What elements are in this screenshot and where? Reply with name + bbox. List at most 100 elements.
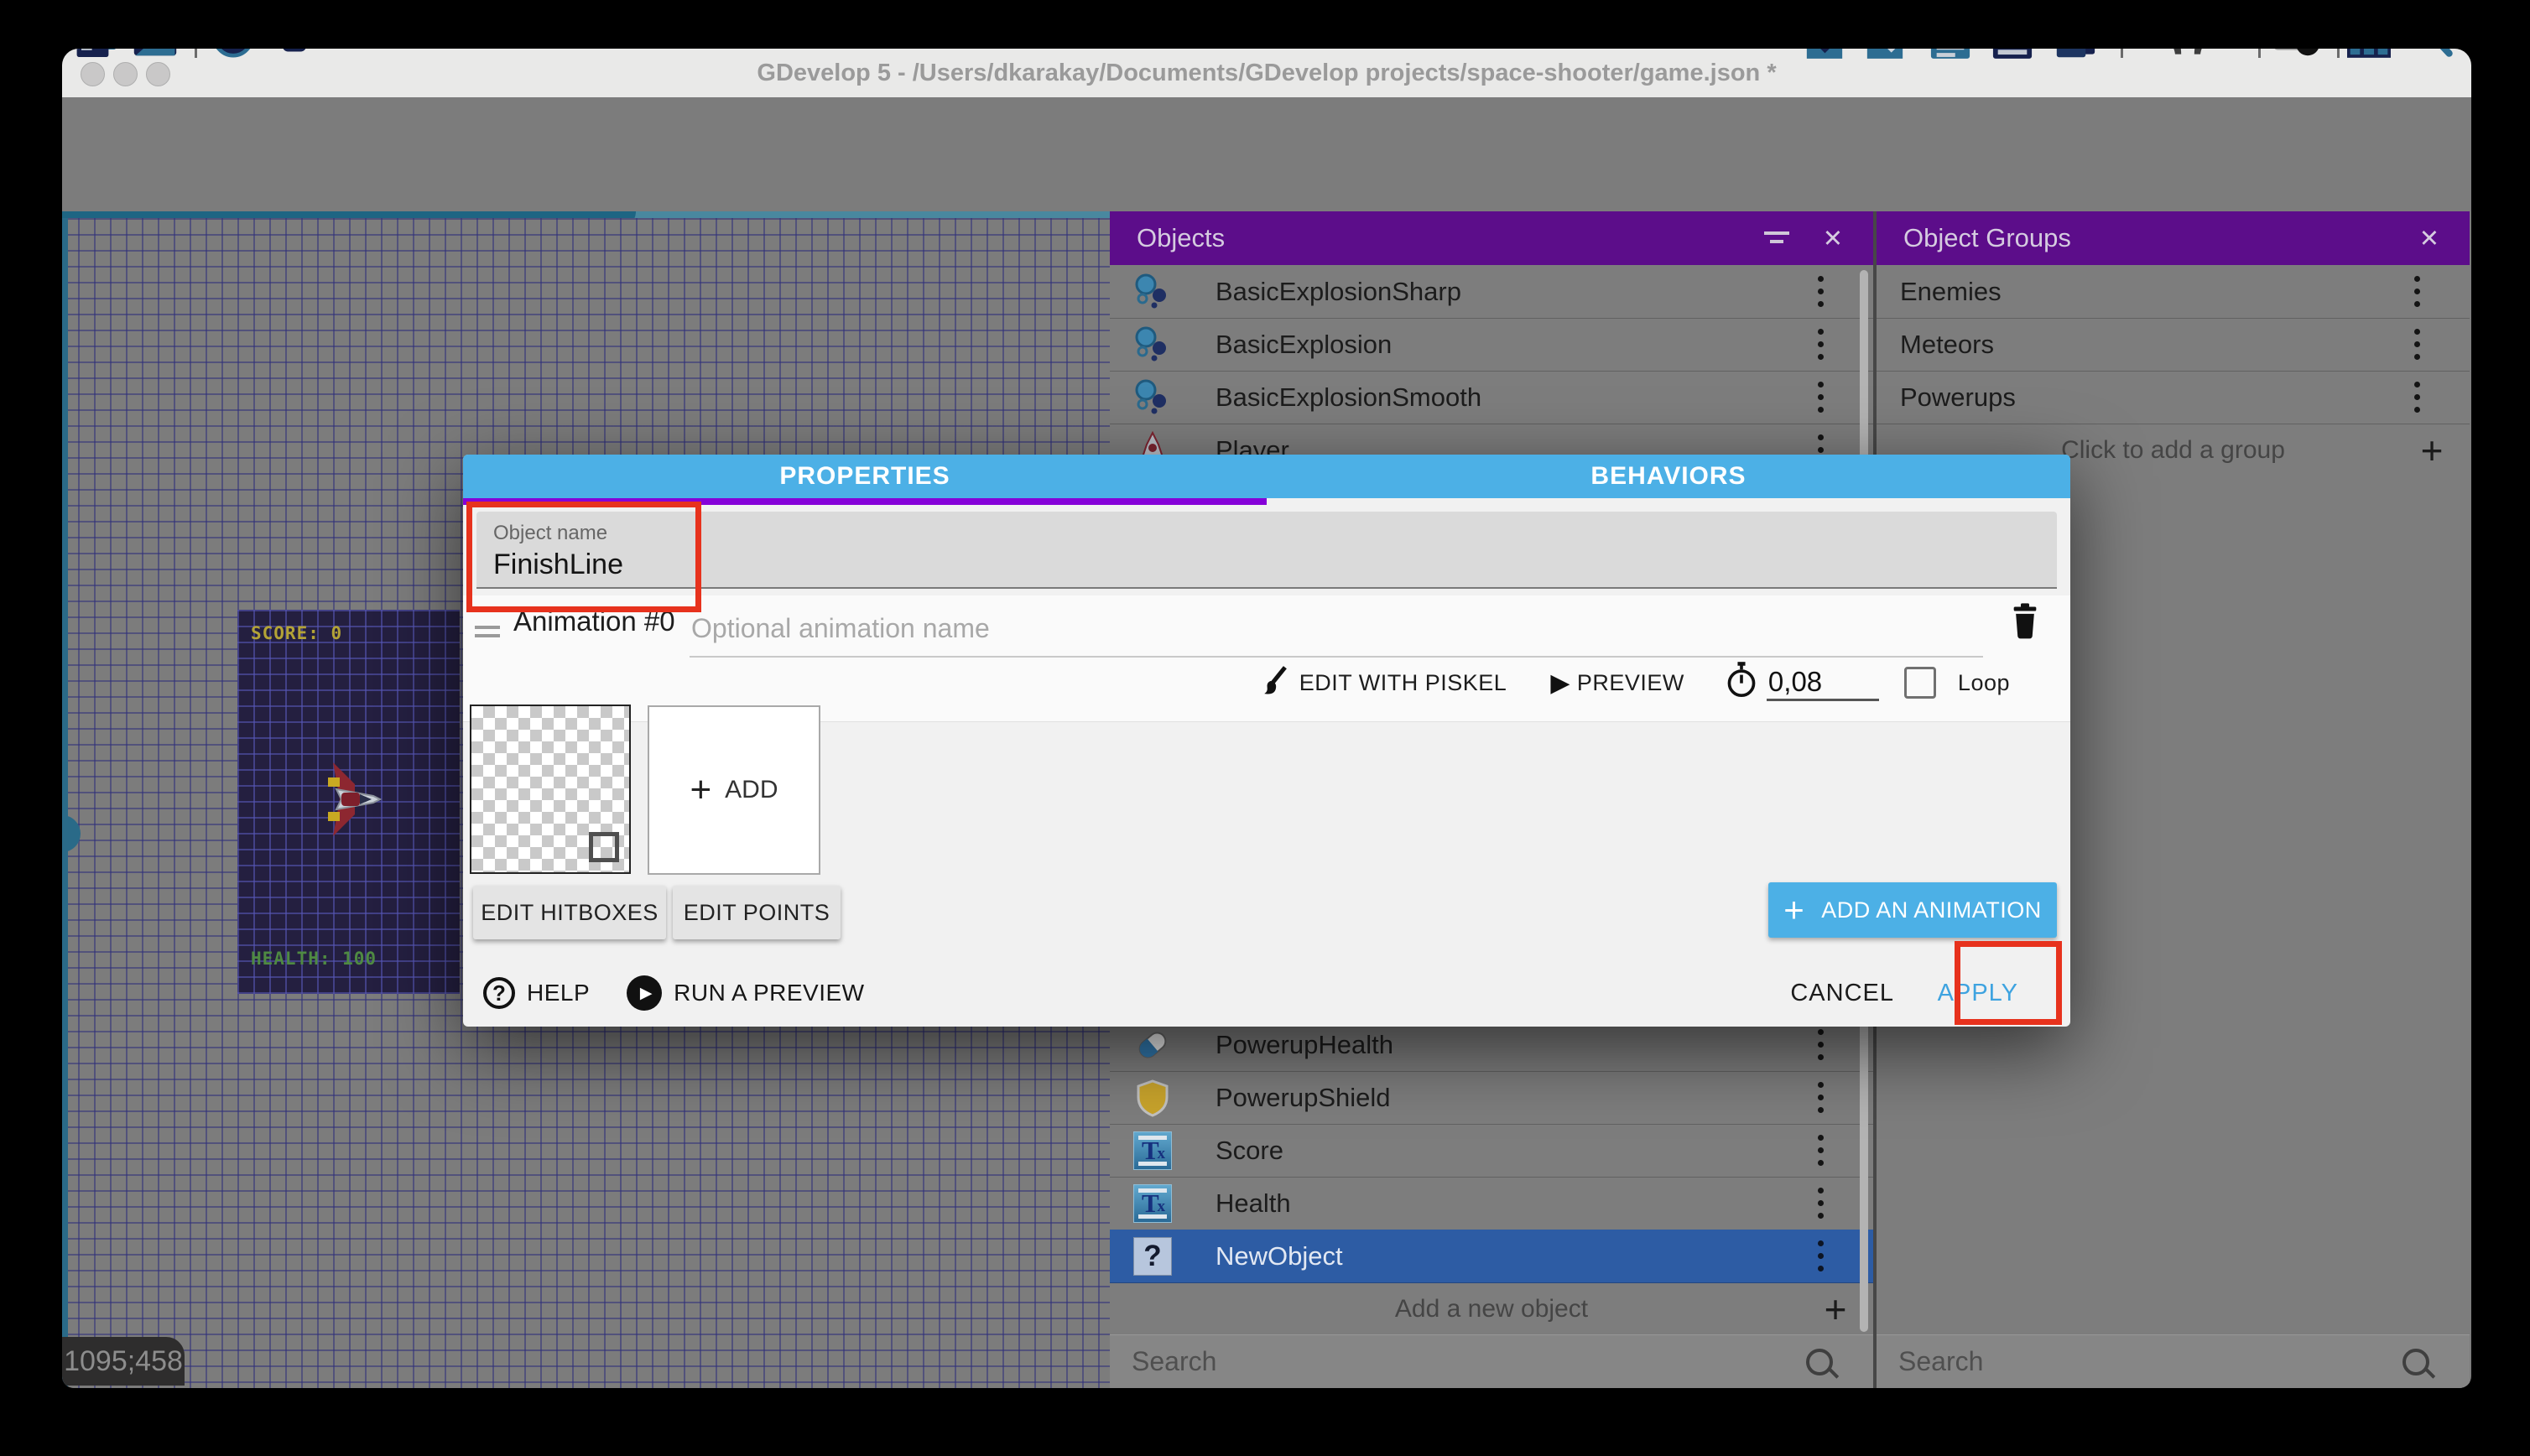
add-object-label: Add a new object [1185,1295,1798,1323]
object-name: NewObject [1216,1241,1816,1271]
undo-icon[interactable] [2134,49,2183,69]
object-row[interactable]: PowerupShield [1110,1071,1873,1125]
add-object-icon[interactable] [1804,49,1845,69]
object-name: Score [1216,1136,1816,1166]
objects-panel-title: Objects [1137,223,1764,253]
objects-search-input[interactable] [1130,1345,1806,1378]
project-manager-icon[interactable] [74,49,119,69]
objects-search-row [1110,1334,1873,1388]
toolbar-separator [2337,49,2340,58]
object-name: BasicExplosion [1216,330,1816,360]
add-animation-label: ADD AN ANIMATION [1821,897,2042,923]
preview-play-icon: ▶ [1550,668,1570,698]
group-row[interactable]: Enemies [1877,265,2470,319]
editor-top-edge [62,211,1110,218]
tab-behaviors[interactable]: BEHAVIORS [1267,455,2070,498]
timer-icon [1725,662,1758,705]
object-name: BasicExplosionSharp [1216,277,1816,307]
drag-handle-icon[interactable] [475,621,500,642]
edit-hitboxes-button[interactable]: EDIT HITBOXES [473,886,666,939]
animation-tools-row: EDIT WITH PISKEL ▶ PREVIEW Loop [463,656,2070,710]
play-preview-icon[interactable] [210,49,257,69]
delete-animation-icon[interactable] [2008,602,2042,645]
grid-icon[interactable] [2347,49,2391,69]
object-row[interactable]: BasicExplosionSharp [1110,265,1873,319]
group-name: Powerups [1900,382,2413,413]
toolbar-separator [195,49,197,58]
row-menu-icon[interactable] [2413,378,2421,416]
help-icon[interactable]: ? [483,977,515,1009]
run-preview-icon[interactable]: ▶ [627,975,662,1011]
frame-time-input[interactable] [1767,665,1879,701]
explosion-object-icon [1133,325,1172,364]
explosion-object-icon [1133,273,1172,311]
debug-bug-icon[interactable] [270,49,317,69]
window-title: GDevelop 5 - /Users/dkarakay/Documents/G… [62,49,2471,97]
loop-checkbox[interactable] [1904,667,1936,699]
close-panel-icon[interactable]: ✕ [2419,224,2439,253]
add-animation-button[interactable]: + ADD AN ANIMATION [1768,882,2057,938]
edit-scene-icon[interactable] [1929,49,1971,69]
object-row-selected[interactable]: ? NewObject [1110,1230,1873,1283]
dialog-footer: ? HELP ▶ RUN A PREVIEW CANCEL APPLY [463,959,2070,1027]
row-menu-icon[interactable] [1816,378,1825,416]
redo-icon[interactable] [2193,49,2241,69]
tab-properties[interactable]: PROPERTIES [463,455,1267,498]
unknown-object-icon: ? [1133,1237,1172,1276]
instances-list-icon[interactable] [1864,49,1906,69]
object-name: PowerupShield [1216,1083,1816,1113]
row-menu-icon[interactable] [1816,1184,1825,1222]
properties-list-icon[interactable] [1991,49,2033,69]
object-groups-header: Object Groups ✕ [1877,211,2470,265]
object-name: PowerupHealth [1216,1030,1816,1060]
add-frame-button[interactable]: + ADD [648,705,820,875]
row-menu-icon[interactable] [1816,1131,1825,1169]
row-menu-icon[interactable] [1816,1079,1825,1116]
desktop-background: GDevelop 5 - /Users/dkarakay/Documents/G… [0,0,2530,1456]
object-row[interactable]: Tx Health [1110,1177,1873,1230]
close-panel-icon[interactable]: ✕ [1823,224,1843,253]
row-menu-icon[interactable] [1816,1237,1825,1275]
object-row[interactable]: BasicExplosionSmooth [1110,371,1873,424]
object-properties-dialog: PROPERTIES BEHAVIORS Object name FinishL… [463,455,2070,1027]
layers-icon[interactable] [2054,49,2106,69]
player-ship-sprite[interactable] [321,757,382,845]
game-screen-area[interactable]: SCORE: 0 HEALTH: 100 [237,610,460,994]
run-preview-button[interactable]: RUN A PREVIEW [674,980,864,1006]
row-menu-icon[interactable] [1816,325,1825,363]
health-pill-icon [1133,1026,1172,1064]
scene-window-icon[interactable] [133,49,178,69]
edit-points-button[interactable]: EDIT POINTS [673,886,841,939]
add-object-row[interactable]: Add a new object + [1110,1282,1873,1335]
shield-icon [1133,1079,1172,1117]
row-menu-icon[interactable] [2413,273,2421,310]
groups-search-row [1877,1334,2470,1388]
left-drawer-edge [62,218,68,1388]
groups-search-input[interactable] [1897,1345,2402,1378]
object-row[interactable]: BasicExplosion [1110,318,1873,372]
frame-thumbnail[interactable] [470,705,631,874]
explosion-object-icon [1133,378,1172,417]
toolbar-separator [2258,49,2261,58]
preview-button[interactable]: PREVIEW [1577,670,1684,696]
cancel-button[interactable]: CANCEL [1790,980,1894,1007]
loop-label: Loop [1958,670,2010,696]
help-button[interactable]: HELP [527,980,590,1006]
group-row[interactable]: Powerups [1877,371,2470,424]
group-row[interactable]: Meteors [1877,318,2470,372]
filter-icon[interactable] [1764,230,1789,247]
animation-name-input[interactable] [690,601,1983,658]
left-drawer-handle[interactable] [62,815,81,852]
edit-hitboxes-label: EDIT HITBOXES [481,900,659,926]
cursor-coordinates-badge: 1095;458 [62,1337,185,1386]
edit-with-piskel-button[interactable]: EDIT WITH PISKEL [1299,670,1507,696]
row-menu-icon[interactable] [1816,1026,1825,1063]
toggle-mask-icon[interactable] [2272,49,2322,69]
annotation-apply [1955,941,2062,1025]
row-menu-icon[interactable] [1816,273,1825,310]
object-row[interactable]: Tx Score [1110,1124,1873,1178]
zoom-1to1-icon[interactable]: 1:1 [2406,49,2455,69]
row-menu-icon[interactable] [2413,325,2421,363]
object-name-field[interactable]: Object name FinishLine [476,512,2057,589]
annotation-object-name [466,502,701,612]
